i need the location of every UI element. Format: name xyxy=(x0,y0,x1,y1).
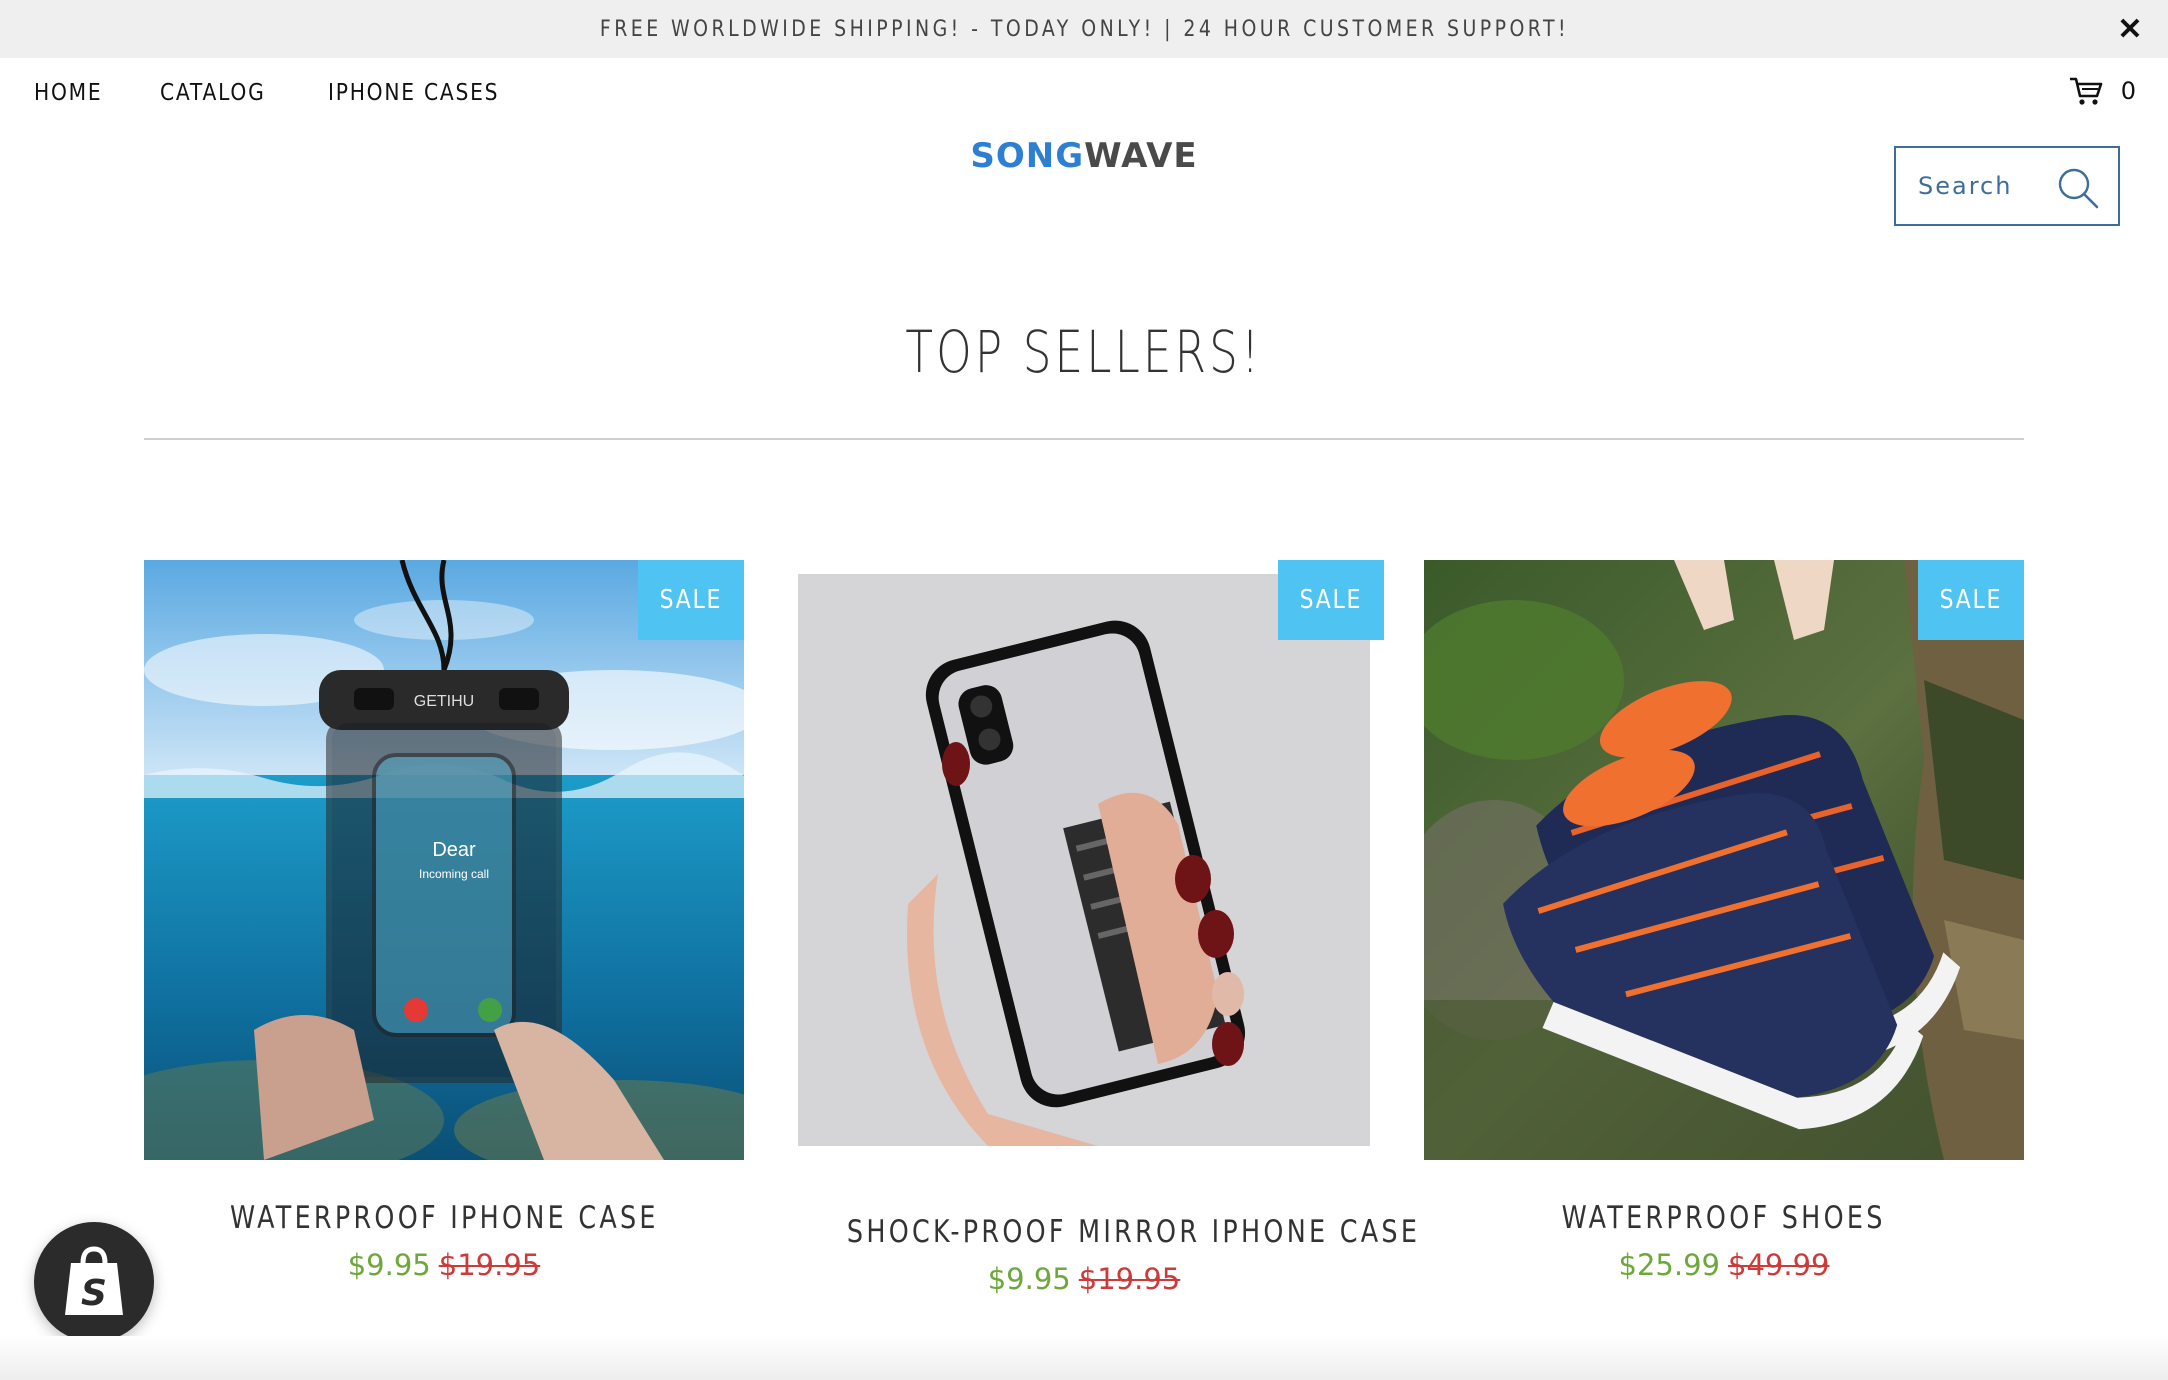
sale-price: $9.95 xyxy=(987,1262,1071,1296)
incoming-call-text: Incoming call xyxy=(419,867,489,881)
sale-badge: SALE xyxy=(638,560,744,640)
section-divider xyxy=(144,438,2024,440)
caller-name-text: Dear xyxy=(432,839,476,861)
product-title[interactable]: WATERPROOF IPHONE CASE xyxy=(144,1200,744,1236)
compare-price: $19.95 xyxy=(438,1248,541,1282)
product-title[interactable]: SHOCK-PROOF MIRROR IPHONE CASE xyxy=(784,1214,1417,1250)
pouch-brand-text: GETIHU xyxy=(414,693,474,710)
bottom-fade xyxy=(0,1336,2168,1380)
cart-icon xyxy=(2069,77,2103,105)
shopify-bag-icon: S xyxy=(65,1246,123,1315)
compare-price: $49.99 xyxy=(1728,1248,1830,1282)
product-image[interactable]: GETIHU Dear Incoming call xyxy=(144,560,744,1160)
sale-badge: SALE xyxy=(1918,560,2024,640)
cart-button[interactable]: 0 xyxy=(2069,76,2136,106)
shopify-badge[interactable]: S xyxy=(34,1222,154,1342)
search-box xyxy=(1894,146,2120,226)
product-price: $9.95 $19.95 xyxy=(144,1248,744,1282)
close-icon[interactable]: ✕ xyxy=(2110,9,2150,49)
product-title[interactable]: WATERPROOF SHOES xyxy=(1424,1200,2024,1236)
nav-item-iphone-cases[interactable]: IPHONE CASES xyxy=(328,80,499,106)
nav-item-catalog[interactable]: CATALOG xyxy=(160,80,266,106)
product-price: $25.99 $49.99 xyxy=(1424,1248,2024,1282)
sale-price: $9.95 xyxy=(347,1248,431,1282)
main-nav: HOME CATALOG IPHONE CASES xyxy=(34,80,522,106)
search-input[interactable] xyxy=(1916,171,2060,201)
svg-text:S: S xyxy=(81,1273,107,1314)
product-image[interactable] xyxy=(798,574,1370,1146)
logo-part-song: SONG xyxy=(970,136,1085,176)
nav-item-home[interactable]: HOME xyxy=(34,80,102,106)
announcement-bar: FREE WORLDWIDE SHIPPING! - TODAY ONLY! |… xyxy=(0,0,2168,58)
compare-price: $19.95 xyxy=(1078,1262,1181,1296)
site-logo[interactable]: SONGWAVE xyxy=(0,136,2168,176)
sale-price: $25.99 xyxy=(1618,1248,1720,1282)
search-icon[interactable] xyxy=(2056,166,2100,210)
section-title: TOP SELLERS! xyxy=(905,318,1263,386)
cart-count: 0 xyxy=(2120,77,2136,105)
sale-badge: SALE xyxy=(1278,560,1384,640)
logo-part-wave: WAVE xyxy=(1084,136,1198,176)
product-image[interactable] xyxy=(1424,560,2024,1160)
announcement-text: FREE WORLDWIDE SHIPPING! - TODAY ONLY! |… xyxy=(599,16,1569,42)
product-price: $9.95 $19.95 xyxy=(784,1262,1384,1296)
